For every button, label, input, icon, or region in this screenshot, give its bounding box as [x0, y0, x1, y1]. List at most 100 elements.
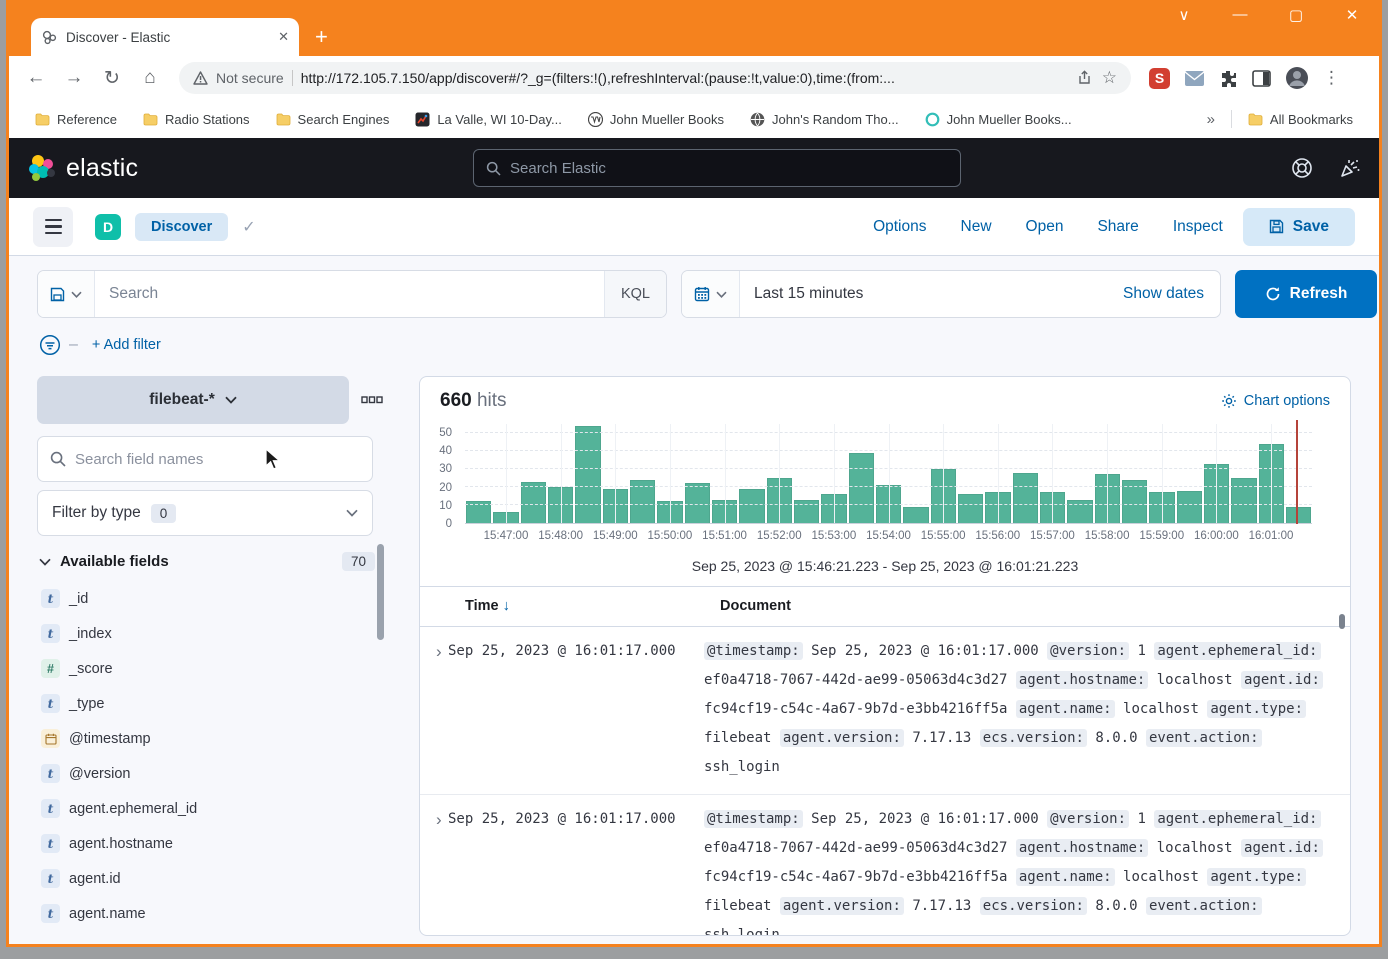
histogram-bar[interactable] — [630, 480, 655, 523]
forward-icon[interactable]: → — [57, 61, 91, 95]
menu-hamburger-icon[interactable] — [33, 207, 73, 247]
profile-avatar[interactable] — [1285, 66, 1309, 90]
refresh-button[interactable]: Refresh — [1235, 270, 1377, 318]
doc-field-key[interactable]: agent.name: — [1016, 700, 1115, 718]
histogram-bar[interactable] — [603, 489, 628, 523]
bookmarks-overflow-icon[interactable]: » — [1199, 111, 1223, 128]
histogram-bar[interactable] — [657, 501, 682, 523]
help-icon[interactable] — [1291, 157, 1313, 179]
bookmark-item[interactable]: John Mueller Books — [580, 109, 732, 130]
histogram-bar[interactable] — [849, 453, 874, 523]
extension-mail-icon[interactable] — [1184, 70, 1205, 87]
histogram-bar[interactable] — [821, 494, 846, 523]
save-button[interactable]: Save — [1243, 208, 1355, 246]
histogram-bar[interactable] — [767, 478, 792, 523]
sidebar-scrollbar-thumb[interactable] — [377, 544, 384, 640]
histogram-bar[interactable] — [1259, 444, 1284, 523]
extension-shield-icon[interactable]: S — [1149, 68, 1170, 89]
top-menu-link-open[interactable]: Open — [1026, 218, 1064, 236]
histogram-bar[interactable] — [1095, 474, 1120, 523]
histogram-bar[interactable] — [712, 500, 737, 523]
url-text[interactable]: http://172.105.7.150/app/discover#/?_g=(… — [301, 70, 1069, 86]
histogram-bar[interactable] — [958, 494, 983, 523]
doc-field-key[interactable]: @version: — [1047, 810, 1129, 828]
window-minimize-icon[interactable]: — — [1227, 6, 1253, 24]
histogram-bar[interactable] — [1013, 473, 1038, 523]
histogram-bar[interactable] — [1040, 492, 1065, 523]
tab-close-icon[interactable]: ✕ — [278, 29, 289, 45]
histogram-bar[interactable] — [493, 512, 518, 523]
new-tab-button[interactable]: + — [315, 27, 328, 47]
histogram-bar[interactable] — [521, 482, 546, 523]
available-fields-header[interactable]: Available fields 70 — [37, 552, 389, 571]
doc-field-key[interactable]: event.action: — [1146, 897, 1262, 915]
news-party-popper-icon[interactable] — [1339, 157, 1361, 179]
histogram-bar[interactable] — [466, 501, 491, 523]
bookmark-item[interactable]: La Valle, WI 10-Day... — [407, 109, 570, 130]
bookmark-item[interactable]: Radio Stations — [135, 109, 258, 130]
histogram-bar[interactable] — [1177, 491, 1202, 523]
reload-icon[interactable]: ↻ — [95, 61, 129, 95]
all-bookmarks-button[interactable]: All Bookmarks — [1240, 109, 1361, 130]
query-language-badge[interactable]: KQL — [604, 271, 666, 317]
histogram-bar[interactable] — [1149, 492, 1174, 523]
filter-by-type-select[interactable]: Filter by type 0 — [37, 490, 373, 536]
doc-field-key[interactable]: agent.id: — [1241, 839, 1323, 857]
saved-query-menu-button[interactable] — [38, 271, 95, 317]
doc-field-key[interactable]: @version: — [1047, 642, 1129, 660]
field-item[interactable]: #_score — [37, 651, 389, 686]
doc-field-key[interactable]: @timestamp: — [704, 642, 803, 660]
window-menu-chevron-icon[interactable]: ∨ — [1171, 6, 1197, 24]
doc-field-key[interactable]: agent.ephemeral_id: — [1154, 642, 1320, 660]
add-filter-link[interactable]: + Add filter — [92, 337, 161, 353]
window-close-icon[interactable]: ✕ — [1339, 6, 1365, 24]
field-item[interactable]: tagent.name — [37, 896, 389, 931]
doc-field-key[interactable]: agent.version: — [780, 897, 904, 915]
doc-field-key[interactable]: agent.ephemeral_id: — [1154, 810, 1320, 828]
expand-row-icon[interactable]: › — [420, 805, 448, 936]
kql-search-input[interactable] — [95, 285, 604, 303]
doc-field-key[interactable]: event.action: — [1146, 729, 1262, 747]
filter-menu-icon[interactable] — [39, 334, 61, 356]
window-maximize-icon[interactable]: ▢ — [1283, 6, 1309, 24]
field-item[interactable]: tagent.hostname — [37, 826, 389, 861]
share-icon[interactable] — [1077, 70, 1094, 86]
histogram-bar[interactable] — [739, 489, 764, 523]
histogram-bar[interactable] — [548, 487, 573, 523]
field-item[interactable]: t_id — [37, 581, 389, 616]
global-search-box[interactable] — [473, 149, 961, 187]
doc-field-key[interactable]: agent.hostname: — [1016, 671, 1148, 689]
bookmark-star-icon[interactable]: ☆ — [1102, 68, 1117, 88]
histogram-bar[interactable] — [903, 507, 928, 523]
histogram-bar[interactable] — [794, 500, 819, 523]
index-pattern-switcher[interactable]: filebeat-* — [37, 376, 349, 424]
field-settings-icon[interactable] — [361, 396, 383, 404]
histogram-bar[interactable] — [575, 426, 600, 523]
browser-tab[interactable]: Discover - Elastic ✕ — [31, 18, 299, 56]
doc-field-key[interactable]: agent.id: — [1241, 671, 1323, 689]
expand-row-icon[interactable]: › — [420, 637, 448, 782]
doc-field-key[interactable]: ecs.version: — [980, 729, 1087, 747]
histogram-bar[interactable] — [931, 469, 956, 523]
field-item[interactable]: tagent.ephemeral_id — [37, 791, 389, 826]
field-item[interactable]: t_type — [37, 686, 389, 721]
time-range-value[interactable]: Last 15 minutes — [740, 285, 1123, 303]
histogram-bar[interactable] — [876, 485, 901, 523]
top-menu-link-options[interactable]: Options — [873, 218, 926, 236]
top-menu-link-share[interactable]: Share — [1097, 218, 1138, 236]
time-column-header[interactable]: Time ↓ — [465, 598, 510, 614]
histogram-bar[interactable] — [985, 492, 1010, 523]
extensions-puzzle-icon[interactable] — [1219, 69, 1238, 88]
space-badge[interactable]: D — [95, 214, 121, 240]
table-scrollbar-thumb[interactable] — [1339, 614, 1345, 629]
doc-field-key[interactable]: @timestamp: — [704, 810, 803, 828]
doc-field-key[interactable]: agent.name: — [1016, 868, 1115, 886]
histogram-bar[interactable] — [1231, 478, 1256, 523]
date-quick-menu-button[interactable] — [682, 271, 740, 317]
histogram-bar[interactable] — [1204, 464, 1229, 523]
doc-field-key[interactable]: agent.type: — [1207, 868, 1306, 886]
chrome-menu-kebab-icon[interactable]: ⋮ — [1323, 68, 1340, 88]
field-search-box[interactable] — [37, 436, 373, 482]
bookmark-item[interactable]: Search Engines — [268, 109, 398, 130]
field-item[interactable]: @timestamp — [37, 721, 389, 756]
